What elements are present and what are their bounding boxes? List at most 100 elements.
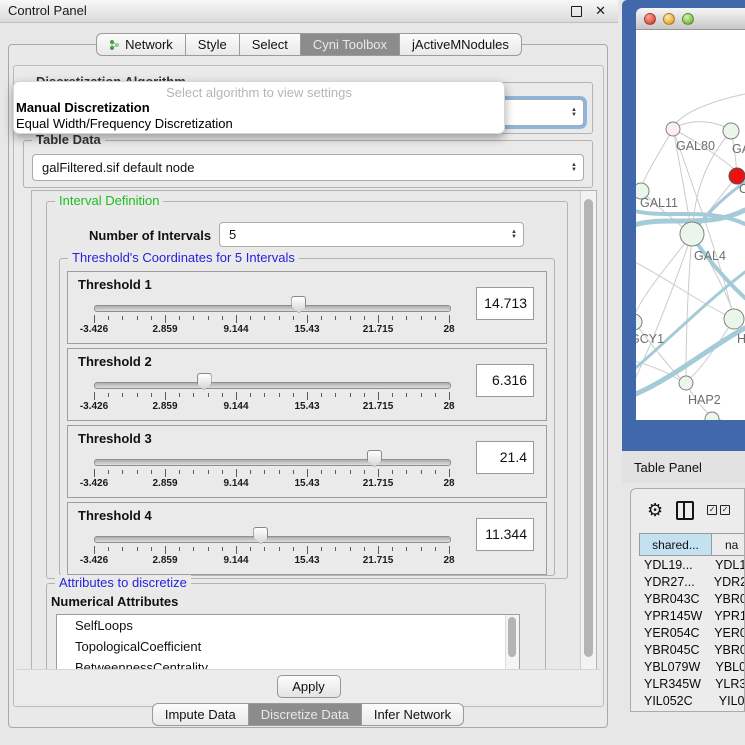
close-traffic-light-icon[interactable] [644,13,656,25]
cell-name: YDR2 [704,575,744,589]
tab-label: Discretize Data [261,707,349,722]
dropdown-placeholder[interactable]: Select algorithm to view settings [14,85,504,100]
tab-discretize-data[interactable]: Discretize Data [249,703,362,726]
network-node[interactable] [705,412,719,420]
table-header-row: shared... na [639,533,744,556]
tick [264,547,265,551]
tick [122,316,123,320]
tick [293,470,294,474]
tick [392,470,393,474]
network-canvas[interactable]: GAL80GAGAL11CGAL4GCY1HHAP2 [636,30,745,420]
tick [335,470,336,474]
column-header-name[interactable]: na [712,534,744,555]
tab-select[interactable]: Select [240,33,301,56]
table-row[interactable]: YDL19...YDL1 [639,556,744,573]
numerical-attributes-list[interactable]: SelfLoopsTopologicalCoefficientBetweenne… [56,614,520,672]
list-scrollbar[interactable] [505,615,519,672]
table-data-combo-text: galFiltered.sif default node [42,160,194,175]
network-node[interactable] [636,314,642,330]
tick [293,393,294,397]
threshold-value-field[interactable]: 14.713 [476,287,534,320]
threshold-value-field[interactable]: 6.316 [476,364,534,397]
checkbox-icon[interactable]: ✓ [720,505,730,515]
table-row[interactable]: YDR27...YDR2 [639,573,744,590]
network-node[interactable] [724,309,744,329]
minimize-traffic-light-icon[interactable] [663,13,675,25]
threshold-value-field[interactable]: 11.344 [476,518,534,551]
table-row[interactable]: YBR045CYBR0 [639,641,744,658]
tab-style[interactable]: Style [186,33,240,56]
tick [378,392,379,400]
network-node[interactable] [723,123,739,139]
zoom-traffic-light-icon[interactable] [682,13,694,25]
tab-network[interactable]: Network [96,33,186,56]
threshold-label: Threshold 2 [78,354,152,369]
attribute-item-topologicalcoefficient[interactable]: TopologicalCoefficient [57,636,519,657]
checkbox-pair: ✓ ✓ [707,505,730,515]
tab-impute-data[interactable]: Impute Data [152,703,249,726]
tick [307,546,308,554]
table-row[interactable]: YBR043CYBR0 [639,590,744,607]
tick [208,316,209,320]
cell-shared-name: YDL19... [639,558,705,572]
checkbox-icon[interactable]: ✓ [707,505,717,515]
network-node[interactable] [680,222,704,246]
network-window-titlebar[interactable] [636,8,745,30]
slider-track[interactable] [94,305,451,312]
column-header-shared-name[interactable]: shared... [640,534,712,555]
tab-cyni-toolbox[interactable]: Cyni Toolbox [301,33,400,56]
cell-shared-name: YPR145W [639,609,704,623]
tick [364,470,365,474]
node-label-gal80: GAL80 [676,139,715,153]
slider-track[interactable] [94,536,451,543]
tick-label: 28 [443,401,454,412]
table-row[interactable]: YPR145WYPR1 [639,607,744,624]
apply-button[interactable]: Apply [277,675,341,698]
tick [392,393,393,397]
num-intervals-combo[interactable]: 5 ▲▼ [219,222,524,247]
tab-label: Infer Network [374,707,451,722]
tick [335,316,336,320]
network-node[interactable] [679,376,693,390]
slider-track[interactable] [94,459,451,466]
table-row[interactable]: YIL052CYIL0 [639,692,744,709]
table-rows: YDL19...YDL1YDR27...YDR2YBR043CYBR0YPR14… [639,556,744,709]
table-row[interactable]: YLR345WYLR3 [639,675,744,692]
threshold-value-field[interactable]: 21.4 [476,441,534,474]
scrollbar-thumb[interactable] [508,617,516,657]
slider-track[interactable] [94,382,451,389]
cell-name: YER0 [704,626,744,640]
table-row[interactable]: YBL079WYBL0 [639,658,744,675]
cell-name: YDL1 [705,558,744,572]
tick [208,547,209,551]
attribute-item-selfloops[interactable]: SelfLoops [57,615,519,636]
threshold-card-2: Threshold 2-3.4262.8599.14415.4321.71528… [67,348,547,421]
dropdown-option-manual-discretization[interactable]: Manual Discretization [14,100,504,116]
gear-icon[interactable]: ⚙ [647,501,663,519]
float-window-icon[interactable] [571,6,582,17]
network-node[interactable] [666,122,680,136]
tick [264,393,265,397]
tick-label: 2.859 [152,401,177,412]
tick [307,392,308,400]
vertical-scrollbar[interactable] [580,191,596,671]
table-data-combo[interactable]: galFiltered.sif default node ▲▼ [32,154,584,181]
tab-infer-network[interactable]: Infer Network [362,703,464,726]
table-row[interactable]: YER054CYER0 [639,624,744,641]
cell-name: YBR0 [704,643,744,657]
tick-label: -3.426 [80,478,108,489]
tick [165,392,166,400]
close-icon[interactable]: ✕ [595,3,606,19]
tick [435,393,436,397]
network-edge [673,122,731,131]
network-edge [636,234,692,316]
tick [449,392,450,400]
tick [350,316,351,320]
dropdown-option-equal-width-frequency[interactable]: Equal Width/Frequency Discretization [14,116,504,132]
tab-label: jActiveMNodules [412,37,509,52]
tick [94,546,95,554]
columns-icon[interactable] [676,501,694,520]
cell-shared-name: YBL079W [639,660,706,674]
scrollbar-thumb[interactable] [584,199,593,657]
tab-jactivemnodules[interactable]: jActiveMNodules [400,33,522,56]
